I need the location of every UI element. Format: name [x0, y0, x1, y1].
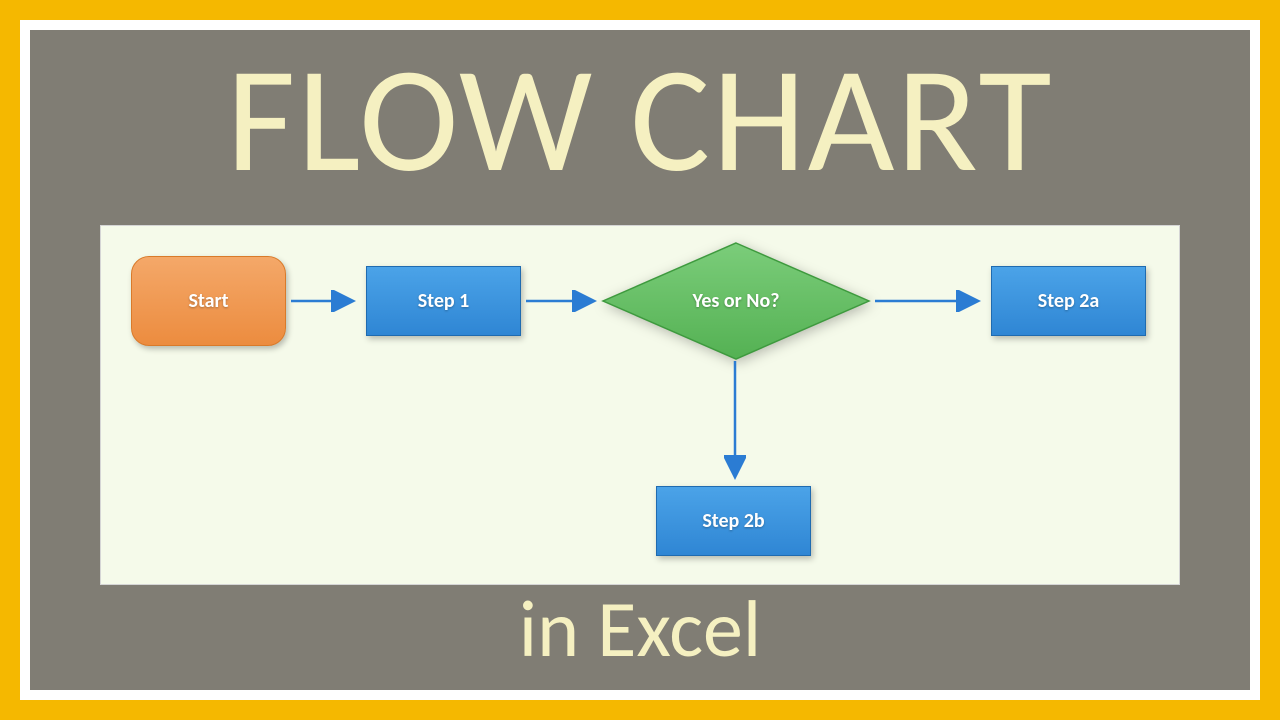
node-decision-label: Yes or No? [693, 289, 780, 313]
arrow-start-to-step1 [289, 290, 363, 312]
subtitle: in Excel [30, 590, 1250, 670]
outer-frame: FLOW CHART Start Step 1 [20, 20, 1260, 700]
node-step2b: Step 2b [656, 486, 811, 556]
node-step2b-label: Step 2b [702, 509, 764, 533]
node-step1: Step 1 [366, 266, 521, 336]
inner-panel: FLOW CHART Start Step 1 [30, 30, 1250, 690]
arrow-decision-to-step2b [724, 359, 746, 487]
arrow-step1-to-decision [524, 290, 604, 312]
node-decision: Yes or No? [601, 241, 871, 361]
flowchart-canvas: Start Step 1 Yes or No [100, 225, 1180, 585]
node-step1-label: Step 1 [418, 289, 470, 313]
node-start: Start [131, 256, 286, 346]
node-step2a-label: Step 2a [1038, 289, 1099, 313]
arrow-decision-to-step2a [873, 290, 988, 312]
node-start-label: Start [188, 289, 228, 313]
main-title: FLOW CHART [30, 45, 1250, 195]
node-step2a: Step 2a [991, 266, 1146, 336]
